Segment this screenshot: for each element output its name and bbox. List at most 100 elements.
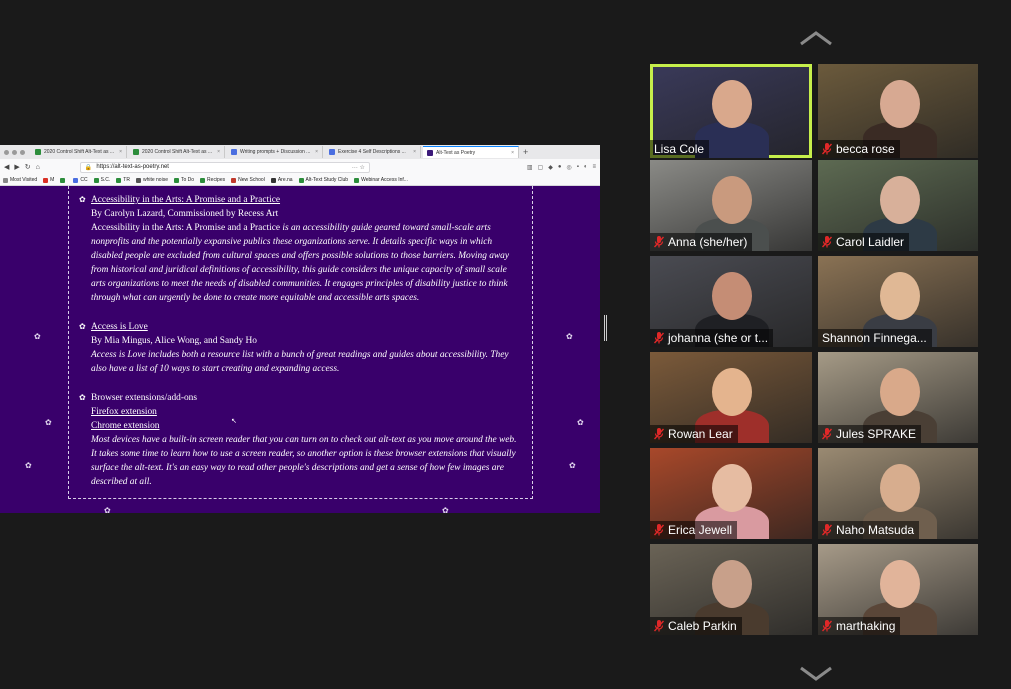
- browser-nav-bar: ◀ ▶ ↻ ⌂ 🔒 https://alt-text-as-poetry.net…: [0, 159, 600, 175]
- bookmark-icon: [3, 177, 8, 183]
- bookmark-item[interactable]: [60, 177, 67, 183]
- close-icon[interactable]: ×: [119, 149, 122, 155]
- participant-name-label: Rowan Lear: [650, 425, 738, 443]
- participant-tile[interactable]: johanna (she or t...: [650, 256, 812, 347]
- participant-name-label: marthaking: [818, 617, 901, 635]
- participant-tile[interactable]: Shannon Finnega...: [818, 256, 978, 347]
- close-icon[interactable]: ×: [217, 149, 220, 155]
- participant-tile[interactable]: Jules SPRAKE: [818, 352, 978, 443]
- extension-icon[interactable]: ●: [558, 164, 562, 171]
- extension-icon[interactable]: ▪: [577, 164, 579, 171]
- menu-icon[interactable]: ≡: [592, 164, 596, 171]
- bookmark-item[interactable]: CC: [73, 177, 88, 183]
- flower-icon: ✿: [34, 332, 41, 341]
- participant-name-label: johanna (she or t...: [650, 329, 774, 347]
- participant-name: Carol Laidler: [836, 235, 905, 249]
- flower-icon: ✿: [442, 506, 449, 513]
- participant-face: [712, 272, 752, 320]
- bookmark-item[interactable]: Alt-Text Study Club: [298, 177, 348, 183]
- bookmark-label: M: [50, 177, 55, 183]
- bookmark-item[interactable]: S.C.: [93, 177, 110, 183]
- resource-description: Most devices have a built-in screen read…: [91, 435, 517, 487]
- resource-title-link[interactable]: Accessibility in the Arts: A Promise and…: [91, 193, 280, 207]
- participant-name-label: Erica Jewell: [650, 521, 738, 539]
- extension-icon[interactable]: ◐: [584, 164, 588, 171]
- reload-icon[interactable]: ↻: [25, 163, 31, 171]
- participant-face: [880, 272, 920, 320]
- participant-face: [712, 176, 752, 224]
- bookmark-item[interactable]: New School: [231, 177, 265, 183]
- bookmark-icon: [116, 177, 122, 183]
- sidebar-icon[interactable]: ▢: [538, 164, 544, 171]
- participant-name-label: Lisa Cole: [650, 140, 710, 158]
- muted-mic-icon: [653, 524, 665, 536]
- bookmark-item[interactable]: To Do: [173, 177, 194, 183]
- resource-description: Accessibility in the Arts: A Promise and…: [91, 223, 510, 303]
- chrome-extension-link[interactable]: Chrome extension: [91, 421, 159, 431]
- back-icon[interactable]: ◀: [4, 163, 9, 171]
- participant-tile[interactable]: Rowan Lear: [650, 352, 812, 443]
- participant-name: becca rose: [836, 142, 895, 156]
- new-tab-button[interactable]: +: [523, 147, 528, 157]
- address-bar[interactable]: 🔒 https://alt-text-as-poetry.net ··· ☆: [79, 161, 370, 173]
- participant-tile[interactable]: Anna (she/her): [650, 160, 812, 251]
- muted-mic-icon: [821, 143, 833, 155]
- bookmark-item[interactable]: TR: [116, 177, 130, 183]
- lock-icon: 🔒: [84, 164, 93, 171]
- bookmark-item[interactable]: Most Visited: [3, 177, 37, 183]
- forward-icon[interactable]: ▶: [14, 163, 19, 171]
- participant-tile[interactable]: becca rose: [818, 64, 978, 158]
- window-controls[interactable]: [0, 149, 29, 155]
- participant-tile[interactable]: Caleb Parkin: [650, 544, 812, 635]
- bookmark-item[interactable]: Are.na: [270, 177, 293, 183]
- bookmark-label: New School: [238, 177, 265, 183]
- flower-icon: ✿: [566, 332, 573, 341]
- muted-mic-icon: [821, 428, 833, 440]
- muted-mic-icon: [821, 524, 833, 536]
- browser-tab[interactable]: Writing prompts + Discussion ... ×: [227, 146, 323, 158]
- resource-title-link[interactable]: Access is Love: [91, 320, 148, 334]
- bookmark-label: Are.na: [277, 177, 293, 183]
- flower-icon: ✿: [569, 461, 576, 470]
- resource-entry: ✿ Accessibility in the Arts: A Promise a…: [79, 193, 520, 305]
- participant-face: [880, 560, 920, 608]
- bookmark-item[interactable]: M: [43, 177, 54, 183]
- participant-tile[interactable]: Lisa Cole: [650, 64, 812, 158]
- participant-name: Erica Jewell: [668, 523, 733, 537]
- bookmark-icon: [270, 177, 276, 183]
- bookmark-icon: [60, 177, 66, 183]
- browser-tab[interactable]: 2020 Control Shift Alt-Text as ... ×: [31, 146, 127, 158]
- participant-name-label: Jules SPRAKE: [818, 425, 922, 443]
- mouse-cursor-icon: ↖: [231, 418, 237, 425]
- chevron-up-icon[interactable]: [797, 28, 835, 50]
- home-icon[interactable]: ⌂: [36, 164, 40, 171]
- browser-tab[interactable]: Alt-Text as Poetry ×: [423, 146, 519, 158]
- bookmark-label: CC: [80, 177, 88, 183]
- close-icon[interactable]: ×: [315, 149, 318, 155]
- participant-name-label: Shannon Finnega...: [818, 329, 932, 347]
- participant-face: [712, 80, 752, 128]
- divider-handle[interactable]: [604, 315, 607, 341]
- participant-tile[interactable]: Erica Jewell: [650, 448, 812, 539]
- participant-tile[interactable]: Naho Matsuda: [818, 448, 978, 539]
- chevron-down-icon[interactable]: [797, 663, 835, 685]
- extension-icon[interactable]: ◎: [566, 164, 571, 171]
- close-icon[interactable]: ×: [511, 150, 514, 156]
- close-icon[interactable]: ×: [413, 149, 416, 155]
- bookmark-item[interactable]: Webinar Access Inf...: [354, 177, 408, 183]
- page-actions-icon[interactable]: ··· ☆: [352, 164, 365, 171]
- browser-tab[interactable]: 2020 Control Shift Alt-Text as ... ×: [129, 146, 225, 158]
- extension-icon[interactable]: ◆: [548, 164, 553, 171]
- favicon-icon: [231, 149, 237, 155]
- firefox-extension-link[interactable]: Firefox extension: [91, 407, 157, 417]
- participant-tile[interactable]: Carol Laidler: [818, 160, 978, 251]
- resource-entry: ✿ Browser extensions/add-ons Firefox ext…: [79, 391, 520, 489]
- browser-tab[interactable]: Exercise 4 Self Descriptions ... ×: [325, 146, 421, 158]
- bookmark-item[interactable]: Recipes: [200, 177, 225, 183]
- toolbar-icons: ▥ ▢ ◆ ● ◎ ▪ ◐ ≡: [527, 164, 596, 171]
- participant-tile[interactable]: marthaking: [818, 544, 978, 635]
- bookmark-item[interactable]: white noise: [135, 177, 168, 183]
- library-icon[interactable]: ▥: [527, 164, 533, 171]
- muted-mic-icon: [821, 620, 833, 632]
- flower-icon: ✿: [79, 393, 86, 402]
